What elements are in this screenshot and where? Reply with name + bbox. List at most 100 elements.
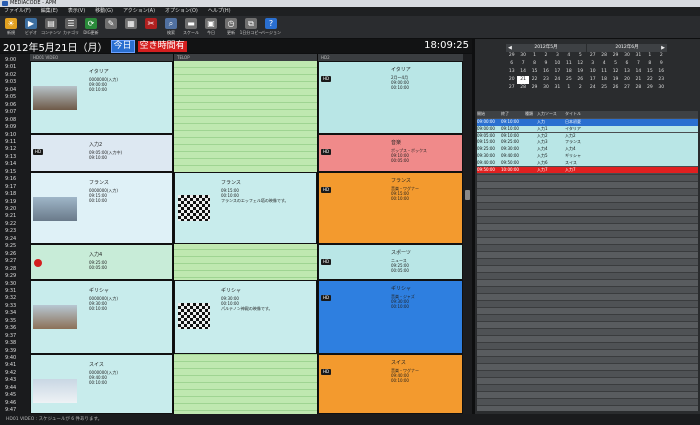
calendar-day[interactable]: 13: [621, 68, 632, 76]
calendar-day[interactable]: 7: [517, 60, 528, 68]
calendar-day[interactable]: 11: [563, 60, 574, 68]
calendar-day[interactable]: 2: [656, 52, 667, 60]
calendar-day[interactable]: 25: [563, 76, 574, 84]
calendar-day[interactable]: 1: [563, 84, 574, 92]
calendar-month[interactable]: 2012年5月 ◀ 29 30 1 2 3 4 5 6 7 8 9 10 11 12 13 14 15 16 17 18 1…: [506, 44, 586, 106]
calendar-day[interactable]: 20: [621, 76, 632, 84]
toolbar-button-5[interactable]: ✎: [102, 16, 120, 38]
calendar-day[interactable]: 30: [621, 52, 632, 60]
toolbar-button-12[interactable]: ⧉ 1日分コピー: [240, 16, 262, 38]
calendar-day[interactable]: 29: [644, 84, 655, 92]
calendar-day[interactable]: 8: [529, 60, 540, 68]
toolbar-button-13[interactable]: ? バージョン: [261, 16, 281, 38]
calendar-day[interactable]: 2: [540, 52, 551, 60]
list-row[interactable]: 09:00:00 09:10:00 入力1 イタリア: [477, 125, 698, 133]
telop-schedule-block[interactable]: ギリシャ 09:30:00 00:10:00 パルテノン神殿の映像です。: [174, 280, 317, 354]
calendar-day[interactable]: 29: [506, 52, 517, 60]
hd2-schedule-block[interactable]: HD フランス 音楽・ワグナー 09:15:00 00:10:00: [318, 172, 463, 244]
calendar-day[interactable]: 24: [552, 76, 563, 84]
calendar-day[interactable]: 29: [529, 84, 540, 92]
calendar-day[interactable]: 28: [517, 84, 528, 92]
calendar-day[interactable]: 3: [552, 52, 563, 60]
calendar-day[interactable]: 30: [517, 52, 528, 60]
calendar-day[interactable]: 19: [575, 68, 586, 76]
calendar-day[interactable]: 14: [633, 68, 644, 76]
scroll-thumb[interactable]: [465, 190, 470, 200]
list-row[interactable]: 09:30:00 09:40:00 入力5 ギリシャ: [477, 153, 698, 160]
calendar-month[interactable]: 2012年6月 ▶ 27 28 29 30 31 1 2 3 4 5 6 7 8 9 10 11 12 13 14 15 1…: [587, 44, 667, 106]
menu-item-3[interactable]: 移動(G): [95, 7, 113, 16]
list-row[interactable]: 09:50:00 10:00:00 入力7 入力7: [477, 166, 698, 174]
calendar-day[interactable]: 16: [540, 68, 551, 76]
calendar-day[interactable]: 27: [587, 52, 598, 60]
free-time-indicator[interactable]: 空き時間有: [137, 40, 187, 52]
toolbar-button-0[interactable]: ☀ 新規: [2, 16, 20, 38]
calendar-day[interactable]: 30: [656, 84, 667, 92]
toolbar-button-7[interactable]: ✂: [142, 16, 160, 38]
calendar-day[interactable]: 12: [575, 60, 586, 68]
menu-item-0[interactable]: ファイル(F): [4, 7, 31, 16]
calendar-day[interactable]: 22: [644, 76, 655, 84]
today-button[interactable]: 今日: [110, 39, 135, 53]
calendar-day[interactable]: 19: [610, 76, 621, 84]
hd2-schedule-block[interactable]: HD ギリシャ 音楽・ジャズ 09:30:00 00:10:00: [318, 280, 463, 354]
video-schedule-block[interactable]: イタリア 0000000(入力) 09:00:00 00:10:00: [30, 61, 173, 134]
calendar-day[interactable]: 26: [610, 84, 621, 92]
calendar-day[interactable]: 10: [587, 68, 598, 76]
video-schedule-block[interactable]: ギリシャ 0000000(入力) 09:30:00 00:10:00: [30, 280, 173, 354]
calendar-day[interactable]: 25: [598, 84, 609, 92]
calendar-day[interactable]: 15: [529, 68, 540, 76]
toolbar-button-8[interactable]: ⌕ 検索: [162, 16, 180, 38]
toolbar-button-2[interactable]: ▤ コンテンツ: [41, 16, 61, 38]
calendar-day[interactable]: 6: [621, 60, 632, 68]
calendar-day[interactable]: 31: [633, 52, 644, 60]
calendar-day[interactable]: 5: [575, 52, 586, 60]
calendar-day[interactable]: 29: [610, 52, 621, 60]
menu-item-6[interactable]: ヘルプ(H): [208, 7, 231, 16]
calendar-day[interactable]: 9: [656, 60, 667, 68]
video-schedule-block[interactable]: フランス 0000000(入力) 09:15:00 00:10:00: [30, 172, 173, 244]
menu-item-1[interactable]: 編集(E): [41, 7, 58, 16]
calendar-day[interactable]: 17: [552, 68, 563, 76]
calendar-day[interactable]: 28: [633, 84, 644, 92]
calendar-day[interactable]: 31: [552, 84, 563, 92]
calendar-day[interactable]: 17: [587, 76, 598, 84]
menu-item-5[interactable]: オプション(O): [165, 7, 198, 16]
calendar-day[interactable]: 2: [575, 84, 586, 92]
toolbar-button-9[interactable]: ▬ スケール: [182, 16, 200, 38]
calendar-day[interactable]: 21: [517, 76, 529, 84]
calendar-day[interactable]: 26: [575, 76, 586, 84]
hd2-schedule-block[interactable]: HD スイス 音楽・ワグナー 09:40:00 00:10:00: [318, 354, 463, 414]
calendar-day[interactable]: 23: [656, 76, 667, 84]
calendar-day[interactable]: 18: [598, 76, 609, 84]
calendar-day[interactable]: 28: [598, 52, 609, 60]
calendar-day[interactable]: 27: [506, 84, 517, 92]
calendar-day[interactable]: 16: [656, 68, 667, 76]
calendar-day[interactable]: 18: [563, 68, 574, 76]
calendar-day[interactable]: 1: [529, 52, 540, 60]
video-schedule-block[interactable]: HD 入力2 09:05:00(入力中) 09:10:00: [30, 134, 173, 172]
calendar-day[interactable]: 8: [644, 60, 655, 68]
schedule-list[interactable]: 開始 終了 種類 入力ソース タイトル 09:00:00 09:10:00 入力 日本初夏 09:…: [477, 111, 698, 411]
calendar-day[interactable]: 23: [540, 76, 551, 84]
toolbar-button-6[interactable]: ▦: [122, 16, 140, 38]
calendar-day[interactable]: 1: [644, 52, 655, 60]
list-row[interactable]: 09:15:00 09:25:00 入力3 フランス: [477, 139, 698, 146]
toolbar-button-10[interactable]: ▣ 今日: [202, 16, 220, 38]
calendar-day[interactable]: 15: [644, 68, 655, 76]
toolbar-button-11[interactable]: ◷ 更新: [222, 16, 240, 38]
calendar-day[interactable]: 4: [563, 52, 574, 60]
menu-item-2[interactable]: 表示(V): [68, 7, 85, 16]
prev-month-icon[interactable]: ◀: [508, 44, 512, 52]
hd2-schedule-block[interactable]: HD イタリア 2月〜4月 09:00:00 00:10:00: [318, 61, 463, 134]
calendar-day[interactable]: 11: [598, 68, 609, 76]
calendar-day[interactable]: 14: [517, 68, 528, 76]
calendar-day[interactable]: 20: [506, 76, 517, 84]
calendar-day[interactable]: 27: [621, 84, 632, 92]
telop-schedule-block[interactable]: フランス 09:15:00 00:10:00 フランスのエッフェル塔の映像です。: [174, 172, 317, 244]
video-schedule-block[interactable]: 入力4 09:25:00 00:05:00: [30, 244, 173, 280]
calendar-day[interactable]: 13: [506, 68, 517, 76]
toolbar-button-4[interactable]: ⟳ DIG更新: [82, 16, 100, 38]
calendar-day[interactable]: 21: [633, 76, 644, 84]
calendar-day[interactable]: 3: [587, 60, 598, 68]
